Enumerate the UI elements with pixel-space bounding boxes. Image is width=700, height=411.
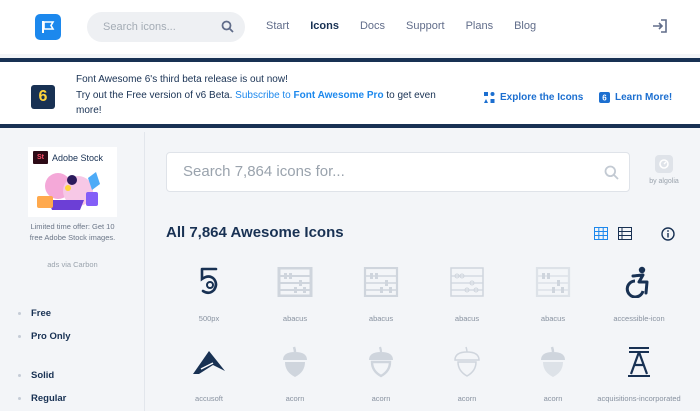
accessible-icon xyxy=(596,262,682,302)
filter-label: Pro Only xyxy=(31,331,71,342)
results-heading: All 7,864 Awesome Icons xyxy=(166,224,344,241)
nav-search-input[interactable] xyxy=(103,21,213,33)
accusoft-icon xyxy=(166,342,252,382)
version-badge: 6 xyxy=(31,85,55,109)
list-view-icon[interactable] xyxy=(618,227,632,245)
nav-search xyxy=(87,12,245,42)
grid-view-icon[interactable] xyxy=(594,227,608,245)
learn-more-label: Learn More! xyxy=(615,92,673,103)
icon-card-acorn[interactable]: acorn xyxy=(252,342,338,403)
icon-card-abacus[interactable]: abacus xyxy=(424,262,510,323)
algolia-attribution[interactable]: by algolia xyxy=(644,155,684,185)
nav-link-icons[interactable]: Icons xyxy=(310,20,339,32)
filter-label: Regular xyxy=(31,393,67,404)
icon-label: acorn xyxy=(457,394,477,403)
filter-dot xyxy=(18,312,21,315)
icon-label: abacus xyxy=(454,314,480,323)
view-toggle xyxy=(594,227,632,245)
flag-icon xyxy=(42,21,55,33)
ads-via-carbon[interactable]: ads via Carbon xyxy=(28,260,117,269)
icon-label: acquisitions-incorporated xyxy=(597,394,681,403)
icon-label: acorn xyxy=(285,394,305,403)
announcement-banner: 6 Font Awesome 6's third beta release is… xyxy=(0,58,700,128)
icon-search-input[interactable] xyxy=(183,163,583,180)
nav-link-docs[interactable]: Docs xyxy=(360,20,385,32)
banner-line-1: Font Awesome 6's third beta release is o… xyxy=(76,74,288,85)
nav-link-plans[interactable]: Plans xyxy=(466,20,494,32)
icon-label: acorn xyxy=(371,394,391,403)
banner-line-2-text: Try out the Free version of v6 Beta. xyxy=(76,89,236,101)
icon-label: 500px xyxy=(198,314,220,323)
search-icon[interactable] xyxy=(604,165,619,185)
filter-label: Solid xyxy=(31,370,55,381)
filter-dot xyxy=(18,397,21,400)
icon-card-abacus[interactable]: abacus xyxy=(252,262,338,323)
subscribe-link[interactable]: Subscribe to Font Awesome Pro xyxy=(235,90,383,101)
acquisitions-incorporated-icon xyxy=(596,342,682,382)
500px-icon xyxy=(166,262,252,302)
svg-text:6: 6 xyxy=(602,94,607,103)
icon-label: abacus xyxy=(540,314,566,323)
icon-label: abacus xyxy=(368,314,394,323)
abacus-icon xyxy=(338,262,424,302)
six-badge-icon: 6 xyxy=(599,92,610,103)
subscribe-link-bold: Font Awesome Pro xyxy=(293,89,384,101)
subscribe-link-text: Subscribe to xyxy=(235,89,294,101)
sign-in-icon[interactable] xyxy=(652,19,668,38)
icon-card-acorn[interactable]: acorn xyxy=(338,342,424,403)
info-icon[interactable] xyxy=(661,227,675,246)
explore-icons-link[interactable]: Explore the Icons xyxy=(484,92,583,103)
icon-label: accusoft xyxy=(195,394,223,403)
acorn-icon xyxy=(338,342,424,382)
filter-free[interactable]: Free xyxy=(18,308,51,319)
filter-label: Free xyxy=(31,308,52,319)
adobe-stock-logo: St xyxy=(33,151,48,164)
font-awesome-logo[interactable] xyxy=(35,14,61,40)
algolia-icon xyxy=(655,155,673,173)
icon-label: accessible-icon xyxy=(613,314,665,323)
icons-grid-icon xyxy=(484,92,495,103)
banner-text: Font Awesome 6's third beta release is o… xyxy=(76,72,456,119)
icon-card-acorn[interactable]: acorn xyxy=(424,342,510,403)
icon-label: abacus xyxy=(282,314,308,323)
nav-link-support[interactable]: Support xyxy=(406,20,445,32)
explore-icons-label: Explore the Icons xyxy=(500,92,584,103)
ad-text[interactable]: Limited time offer: Get 10 free Adobe St… xyxy=(28,222,117,243)
filter-solid[interactable]: Solid xyxy=(18,370,54,381)
abacus-icon xyxy=(252,262,338,302)
abacus-icon xyxy=(510,262,596,302)
nav-links: Start Icons Docs Support Plans Blog xyxy=(266,20,557,32)
icon-card-500px[interactable]: 500px xyxy=(166,262,252,323)
icon-search xyxy=(166,152,630,192)
algolia-label: by algolia xyxy=(649,178,679,185)
top-nav: Start Icons Docs Support Plans Blog xyxy=(0,0,700,54)
carbon-ad[interactable]: St Adobe Stock xyxy=(28,147,117,217)
ad-header: St Adobe Stock xyxy=(28,147,117,164)
icon-card-accusoft[interactable]: accusoft xyxy=(166,342,252,403)
icon-label: acorn xyxy=(543,394,563,403)
learn-more-link[interactable]: 6 Learn More! xyxy=(599,92,672,103)
filter-dot xyxy=(18,374,21,377)
acorn-icon xyxy=(252,342,338,382)
nav-link-blog[interactable]: Blog xyxy=(514,20,536,32)
acorn-icon xyxy=(424,342,510,382)
banner-line-2: Try out the Free version of v6 Beta. Sub… xyxy=(76,88,456,119)
ad-illustration-image xyxy=(37,172,100,210)
icon-card-acquisitions-incorporated[interactable]: acquisitions-incorporated xyxy=(596,342,682,403)
acorn-icon xyxy=(510,342,596,382)
icon-card-abacus[interactable]: abacus xyxy=(510,262,596,323)
icon-card-abacus[interactable]: abacus xyxy=(338,262,424,323)
nav-link-start[interactable]: Start xyxy=(266,20,289,32)
filter-pro-only[interactable]: Pro Only xyxy=(18,331,71,342)
ad-brand: Adobe Stock xyxy=(52,152,104,163)
filter-dot xyxy=(18,335,21,338)
icon-card-acorn[interactable]: acorn xyxy=(510,342,596,403)
filter-regular[interactable]: Regular xyxy=(18,393,66,404)
icon-card-accessible-icon[interactable]: accessible-icon xyxy=(596,262,682,323)
search-icon[interactable] xyxy=(221,20,234,38)
abacus-icon xyxy=(424,262,510,302)
sidebar: St Adobe Stock Limited time offer: Get 1… xyxy=(0,132,145,411)
